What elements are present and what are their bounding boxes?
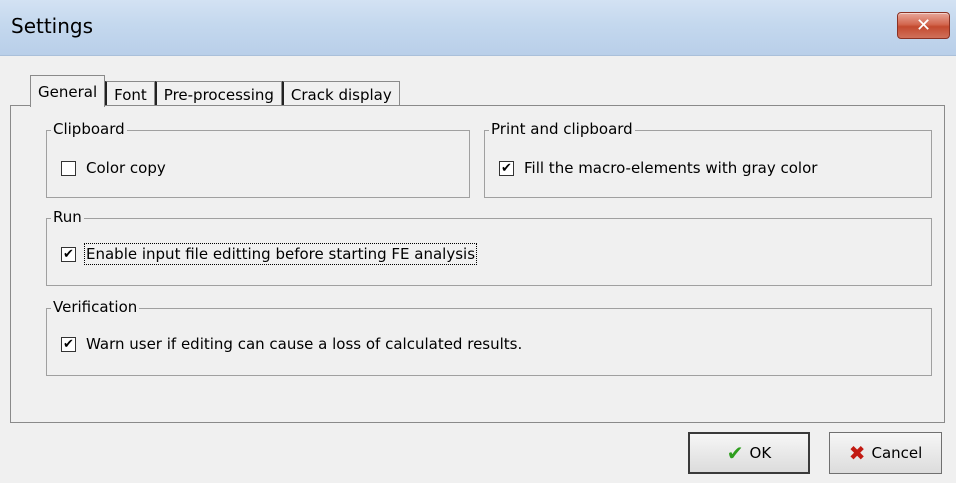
- enable-input-editing-option[interactable]: ✔ Enable input file editting before star…: [61, 243, 478, 265]
- tab-strip: General Font Pre-processing Crack displa…: [30, 75, 400, 107]
- title-bar: Settings ✕: [0, 0, 956, 56]
- tab-pre-processing[interactable]: Pre-processing: [154, 81, 282, 107]
- ok-button[interactable]: ✔ OK: [688, 432, 810, 474]
- run-group-label: Run: [51, 208, 84, 226]
- x-icon: ✖: [848, 441, 866, 465]
- color-copy-option[interactable]: Color copy: [61, 159, 166, 177]
- warn-user-checkbox[interactable]: ✔: [61, 336, 76, 352]
- fill-gray-checkbox[interactable]: ✔: [499, 160, 514, 176]
- tab-font[interactable]: Font: [105, 81, 155, 107]
- tab-general[interactable]: General: [30, 75, 106, 107]
- ok-label: OK: [749, 444, 772, 462]
- verification-group-label: Verification: [51, 298, 140, 316]
- general-tab-panel: Clipboard Color copy Print and clipboard…: [10, 105, 945, 423]
- warn-user-option[interactable]: ✔ Warn user if editing can cause a loss …: [61, 335, 522, 353]
- print-clipboard-group-label: Print and clipboard: [489, 120, 635, 138]
- clipboard-group: Clipboard Color copy: [46, 120, 470, 198]
- warn-user-label: Warn user if editing can cause a loss of…: [86, 335, 523, 353]
- cancel-button[interactable]: ✖ Cancel: [829, 432, 942, 474]
- enable-input-editing-checkbox[interactable]: ✔: [61, 246, 76, 262]
- cancel-label: Cancel: [871, 444, 923, 462]
- color-copy-checkbox[interactable]: [61, 160, 76, 176]
- close-button[interactable]: ✕: [897, 12, 950, 39]
- enable-input-editing-label: Enable input file editting before starti…: [83, 243, 478, 265]
- window-title: Settings: [11, 14, 94, 38]
- clipboard-group-label: Clipboard: [51, 120, 127, 138]
- close-icon: ✕: [915, 15, 932, 36]
- dialog-client-area: General Font Pre-processing Crack displa…: [0, 56, 956, 483]
- print-clipboard-group: Print and clipboard ✔ Fill the macro-ele…: [484, 120, 932, 198]
- color-copy-label: Color copy: [86, 159, 166, 177]
- run-group: Run ✔ Enable input file editting before …: [46, 208, 932, 286]
- checkmark-icon: ✔: [726, 441, 744, 465]
- tab-crack-display[interactable]: Crack display: [281, 81, 400, 107]
- verification-group: Verification ✔ Warn user if editing can …: [46, 298, 932, 376]
- fill-gray-label: Fill the macro-elements with gray color: [524, 159, 818, 177]
- fill-gray-option[interactable]: ✔ Fill the macro-elements with gray colo…: [499, 159, 817, 177]
